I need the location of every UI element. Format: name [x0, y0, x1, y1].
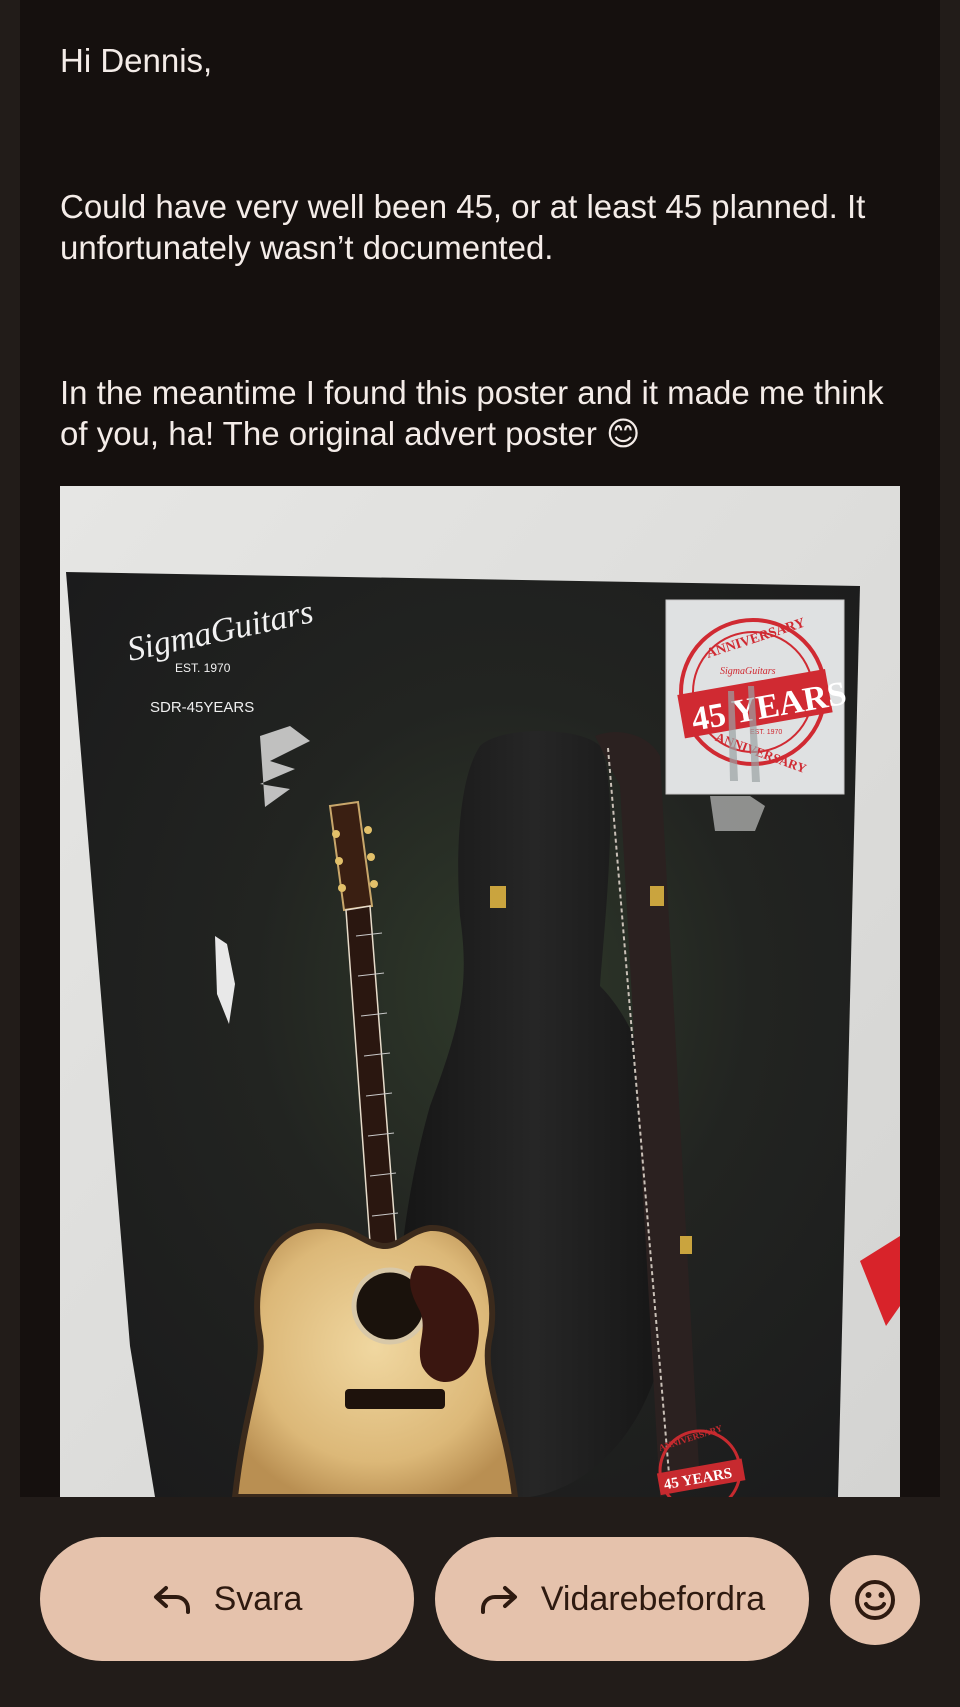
poster-photo: SigmaGuitars EST. 1970 SDR-45YEARS ANNIV…	[60, 486, 900, 1497]
email-paragraph: In the meantime I found this poster and …	[60, 374, 884, 452]
email-screen: Hi Dennis, Could have very well been 45,…	[0, 0, 960, 1707]
svg-text:SigmaGuitars: SigmaGuitars	[720, 666, 776, 677]
smiley-face-icon	[855, 1580, 895, 1620]
email-paragraph: Could have very well been 45, or at leas…	[60, 188, 866, 266]
forward-label: Vidarebefordra	[540, 1579, 766, 1618]
reply-label: Svara	[213, 1579, 303, 1618]
svg-text:EST. 1970: EST. 1970	[175, 661, 231, 675]
poster-photo-attachment[interactable]: SigmaGuitars EST. 1970 SDR-45YEARS ANNIV…	[60, 486, 900, 1497]
forward-arrow-icon	[480, 1586, 517, 1614]
emoji-reaction-button[interactable]	[830, 1555, 920, 1645]
reply-arrow-icon	[153, 1586, 190, 1614]
forward-button[interactable]: Vidarebefordra	[435, 1537, 809, 1661]
email-greeting: Hi Dennis,	[60, 42, 213, 79]
email-body: Hi Dennis, Could have very well been 45,…	[20, 0, 940, 1497]
anniversary-badge: ANNIVERSARY SigmaGuitars 45 YEARS EST. 1…	[665, 599, 849, 795]
reply-button[interactable]: Svara	[40, 1537, 414, 1661]
poster-model-label: SDR-45YEARS	[150, 699, 254, 716]
email-action-bar: Svara Vidarebefordra	[0, 1497, 960, 1707]
